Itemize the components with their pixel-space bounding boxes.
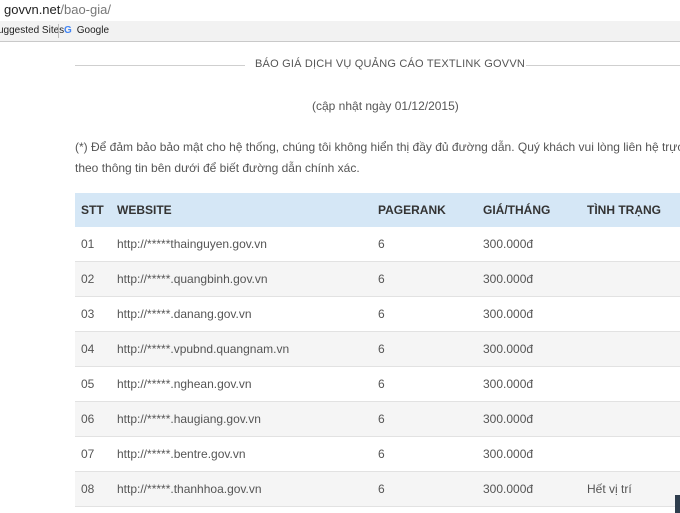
heading-rule-left bbox=[75, 65, 245, 66]
page-title: BÁO GIÁ DỊCH VỤ QUẢNG CÁO TEXTLINK GOVVN bbox=[255, 58, 526, 70]
bookmark-google[interactable]: G Google bbox=[64, 25, 109, 36]
table-row: 01 http://*****thainguyen.gov.vn 6 300.0… bbox=[75, 227, 680, 262]
url-text[interactable]: govvn.net/bao-gia/ bbox=[4, 2, 111, 17]
cell-stt: 07 bbox=[81, 447, 95, 461]
cell-price: 300.000đ bbox=[483, 482, 534, 496]
table-row: 05 http://*****.nghean.gov.vn 6 300.000đ bbox=[75, 367, 680, 402]
cell-price: 300.000đ bbox=[483, 307, 534, 321]
table-row: 02 http://*****.quangbinh.gov.vn 6 300.0… bbox=[75, 262, 680, 297]
table-row: 04 http://*****.vpubnd.quangnam.vn 6 300… bbox=[75, 332, 680, 367]
cell-website: http://*****.haugiang.gov.vn bbox=[117, 412, 261, 426]
cell-website: http://*****.nghean.gov.vn bbox=[117, 377, 252, 391]
cell-pagerank: 6 bbox=[378, 237, 385, 251]
cell-pagerank: 6 bbox=[378, 482, 385, 496]
cell-price: 300.000đ bbox=[483, 272, 534, 286]
address-bar[interactable]: govvn.net/bao-gia/ bbox=[0, 0, 680, 22]
chat-widget-tab[interactable] bbox=[675, 495, 680, 513]
table-header: STT WEBSITE PAGERANK GIÁ/THÁNG TÌNH TRẠN… bbox=[75, 193, 680, 227]
cell-price: 300.000đ bbox=[483, 447, 534, 461]
cell-website: http://*****.bentre.gov.vn bbox=[117, 447, 246, 461]
cell-price: 300.000đ bbox=[483, 237, 534, 251]
update-date: (cập nhật ngày 01/12/2015) bbox=[312, 99, 459, 113]
cell-status: Hết vị trí bbox=[587, 482, 632, 496]
cell-price: 300.000đ bbox=[483, 342, 534, 356]
col-header-price: GIÁ/THÁNG bbox=[483, 203, 551, 217]
table-row: 03 http://*****.danang.gov.vn 6 300.000đ bbox=[75, 297, 680, 332]
privacy-note: (*) Để đảm bảo bảo mật cho hệ thống, chú… bbox=[75, 137, 680, 179]
bookmark-suggested-sites[interactable]: uggested Sites bbox=[0, 25, 64, 36]
cell-website: http://*****.quangbinh.gov.vn bbox=[117, 272, 268, 286]
cell-website: http://*****.danang.gov.vn bbox=[117, 307, 252, 321]
cell-price: 300.000đ bbox=[483, 377, 534, 391]
price-table: STT WEBSITE PAGERANK GIÁ/THÁNG TÌNH TRẠN… bbox=[75, 193, 680, 507]
cell-stt: 01 bbox=[81, 237, 95, 251]
cell-website: http://*****.vpubnd.quangnam.vn bbox=[117, 342, 290, 356]
google-icon: G bbox=[64, 25, 72, 36]
cell-price: 300.000đ bbox=[483, 412, 534, 426]
table-row: 07 http://*****.bentre.gov.vn 6 300.000đ bbox=[75, 437, 680, 472]
cell-stt: 02 bbox=[81, 272, 95, 286]
cell-stt: 04 bbox=[81, 342, 95, 356]
note-line-2: theo thông tin bên dưới để biết đường dẫ… bbox=[75, 161, 360, 175]
col-header-stt: STT bbox=[81, 203, 104, 217]
table-row: 08 http://*****.thanhhoa.gov.vn 6 300.00… bbox=[75, 472, 680, 507]
col-header-website: WEBSITE bbox=[117, 203, 172, 217]
cell-website: http://*****.thanhhoa.gov.vn bbox=[117, 482, 262, 496]
cell-stt: 06 bbox=[81, 412, 95, 426]
note-line-1: (*) Để đảm bảo bảo mật cho hệ thống, chú… bbox=[75, 140, 680, 154]
cell-stt: 03 bbox=[81, 307, 95, 321]
cell-stt: 08 bbox=[81, 482, 95, 496]
url-path: /bao-gia/ bbox=[60, 2, 111, 17]
cell-pagerank: 6 bbox=[378, 342, 385, 356]
cell-pagerank: 6 bbox=[378, 307, 385, 321]
col-header-pagerank: PAGERANK bbox=[378, 203, 446, 217]
bookmarks-bar: uggested Sites G Google bbox=[0, 21, 680, 42]
table-row: 06 http://*****.haugiang.gov.vn 6 300.00… bbox=[75, 402, 680, 437]
cell-website: http://*****thainguyen.gov.vn bbox=[117, 237, 267, 251]
url-domain: govvn.net bbox=[4, 2, 61, 17]
col-header-status: TÌNH TRẠNG bbox=[587, 203, 661, 217]
cell-pagerank: 6 bbox=[378, 272, 385, 286]
cell-stt: 05 bbox=[81, 377, 95, 391]
cell-pagerank: 6 bbox=[378, 412, 385, 426]
bookmark-separator bbox=[58, 24, 59, 38]
page-heading: BÁO GIÁ DỊCH VỤ QUẢNG CÁO TEXTLINK GOVVN bbox=[75, 56, 680, 76]
cell-pagerank: 6 bbox=[378, 377, 385, 391]
bookmark-google-label: Google bbox=[76, 25, 110, 36]
cell-pagerank: 6 bbox=[378, 447, 385, 461]
heading-rule-right bbox=[526, 65, 680, 66]
